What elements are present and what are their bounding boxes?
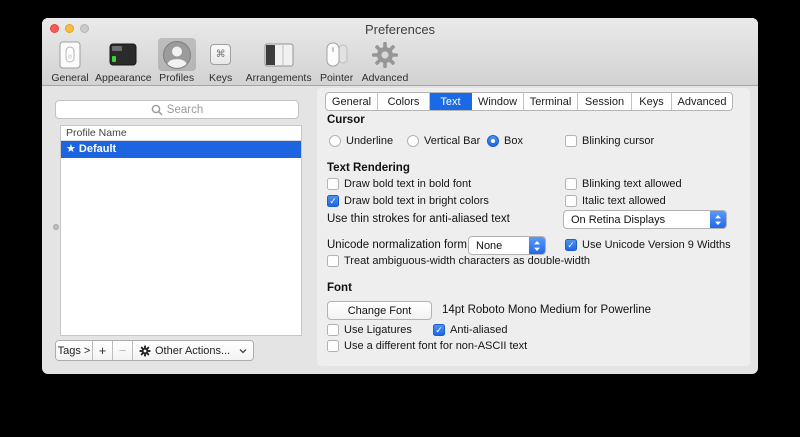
- window-title: Preferences: [42, 22, 758, 37]
- current-font-label: 14pt Roboto Mono Medium for Powerline: [442, 301, 651, 320]
- radio-icon[interactable]: [407, 135, 419, 147]
- mouse-icon: [318, 38, 356, 71]
- unicode-normalization-row: Unicode normalization form: None ✓ Use U…: [327, 236, 747, 255]
- checkbox-unicode9[interactable]: ✓ Use Unicode Version 9 Widths: [565, 239, 731, 251]
- profile-actions-bar: Tags > + −: [55, 340, 254, 361]
- checkbox-icon[interactable]: ✓: [565, 195, 577, 207]
- checkbox-checked-icon[interactable]: ✓: [433, 324, 445, 336]
- checkbox-italic-text[interactable]: ✓ Italic text allowed: [565, 195, 666, 207]
- text-rendering-row-2: ✓ Draw bold text in bright colors ✓ Ital…: [327, 195, 747, 209]
- gear-small-icon: [139, 345, 151, 357]
- radio-selected-icon[interactable]: [487, 135, 499, 147]
- tab-session[interactable]: Session: [578, 93, 632, 110]
- search-input[interactable]: Search: [55, 100, 299, 119]
- desktop: Preferences General Appearance: [0, 0, 800, 437]
- checkbox-blinking-cursor[interactable]: ✓ Blinking cursor: [565, 135, 654, 147]
- checkbox-antialiased[interactable]: ✓ Anti-aliased: [433, 324, 507, 336]
- tags-button[interactable]: Tags >: [56, 341, 93, 360]
- tab-bar: General Colors Text Window Terminal Sess…: [325, 92, 733, 111]
- add-profile-button[interactable]: +: [93, 341, 113, 360]
- other-actions-label: Other Actions...: [155, 345, 230, 357]
- person-icon: [158, 38, 196, 71]
- light-switch-icon: [51, 38, 89, 71]
- appearance-panel-icon: [104, 38, 142, 71]
- popup-stepper-icon: [529, 236, 545, 255]
- checkbox-blinking-text[interactable]: ✓ Blinking text allowed: [565, 178, 682, 190]
- profile-row-default[interactable]: ★ Default: [61, 141, 301, 158]
- toolbar-label: Pointer: [320, 72, 353, 84]
- tab-text[interactable]: Text: [430, 93, 472, 110]
- toolbar: General Appearance Profiles ⌘: [48, 38, 411, 84]
- checkbox-ligatures[interactable]: ✓ Use Ligatures: [327, 324, 412, 336]
- thin-strokes-row: Use thin strokes for anti-aliased text O…: [327, 210, 747, 229]
- profile-list-header: Profile Name: [61, 126, 301, 141]
- checkbox-bright-colors[interactable]: ✓ Draw bold text in bright colors: [327, 195, 489, 207]
- gear-icon: [366, 38, 404, 71]
- other-actions-button[interactable]: Other Actions...: [133, 341, 253, 360]
- change-font-button[interactable]: Change Font: [327, 301, 432, 320]
- radio-icon[interactable]: [329, 135, 341, 147]
- radio-vertical-bar[interactable]: Vertical Bar: [407, 135, 480, 147]
- tab-general[interactable]: General: [326, 93, 378, 110]
- thin-strokes-label: Use thin strokes for anti-aliased text: [327, 210, 510, 229]
- toolbar-item-advanced[interactable]: Advanced: [359, 38, 412, 84]
- titlebar: Preferences General Appearance: [42, 18, 758, 86]
- cursor-options-row: Underline Vertical Bar Box ✓ Blinking cu…: [327, 135, 747, 149]
- preferences-window: Preferences General Appearance: [42, 18, 758, 374]
- toolbar-item-keys[interactable]: ⌘ Keys: [199, 38, 243, 84]
- toolbar-item-arrangements[interactable]: Arrangements: [243, 38, 315, 84]
- command-key-icon: ⌘: [202, 38, 240, 71]
- checkbox-bold-font[interactable]: ✓ Draw bold text in bold font: [327, 178, 471, 190]
- toolbar-label: Advanced: [362, 72, 409, 84]
- window-panes-icon: [260, 38, 298, 71]
- text-rendering-row-1: ✓ Draw bold text in bold font ✓ Blinking…: [327, 178, 747, 192]
- thin-strokes-popup[interactable]: On Retina Displays: [563, 210, 727, 229]
- toolbar-item-appearance[interactable]: Appearance: [92, 38, 155, 84]
- tab-terminal[interactable]: Terminal: [524, 93, 578, 110]
- checkbox-non-ascii-font[interactable]: ✓ Use a different font for non-ASCII tex…: [327, 340, 527, 352]
- checkbox-icon[interactable]: ✓: [327, 340, 339, 352]
- chevron-down-icon: [239, 348, 247, 354]
- radio-underline[interactable]: Underline: [329, 135, 393, 147]
- tab-keys[interactable]: Keys: [632, 93, 672, 110]
- tab-colors[interactable]: Colors: [378, 93, 430, 110]
- checkbox-checked-icon[interactable]: ✓: [327, 195, 339, 207]
- checkbox-checked-icon[interactable]: ✓: [565, 239, 577, 251]
- toolbar-label: Appearance: [95, 72, 152, 84]
- checkbox-icon[interactable]: ✓: [327, 255, 339, 267]
- search-placeholder: Search: [167, 104, 203, 116]
- tab-window[interactable]: Window: [472, 93, 524, 110]
- font-heading: Font: [327, 282, 352, 294]
- change-font-row: Change Font 14pt Roboto Mono Medium for …: [327, 301, 747, 320]
- checkbox-icon[interactable]: ✓: [565, 178, 577, 190]
- checkbox-icon[interactable]: ✓: [327, 178, 339, 190]
- non-ascii-row: ✓ Use a different font for non-ASCII tex…: [327, 340, 747, 354]
- toolbar-label: General: [51, 72, 88, 84]
- tab-advanced[interactable]: Advanced: [672, 93, 732, 110]
- checkbox-icon[interactable]: ✓: [565, 135, 577, 147]
- search-icon: [151, 104, 163, 116]
- checkbox-icon[interactable]: ✓: [327, 324, 339, 336]
- profile-list: Profile Name ★ Default: [60, 125, 302, 336]
- unicode-normalization-popup[interactable]: None: [468, 236, 546, 255]
- toolbar-label: Profiles: [159, 72, 194, 84]
- toolbar-item-general[interactable]: General: [48, 38, 92, 84]
- remove-profile-button[interactable]: −: [113, 341, 133, 360]
- ambiguous-width-row: ✓ Treat ambiguous-width characters as do…: [327, 255, 747, 269]
- checkbox-ambiguous-width[interactable]: ✓ Treat ambiguous-width characters as do…: [327, 255, 590, 267]
- text-rendering-heading: Text Rendering: [327, 162, 410, 174]
- toolbar-label: Keys: [209, 72, 232, 84]
- unicode-normalization-label: Unicode normalization form:: [327, 236, 470, 255]
- cursor-heading: Cursor: [327, 114, 365, 126]
- toolbar-item-profiles[interactable]: Profiles: [155, 38, 199, 84]
- popup-stepper-icon: [710, 210, 726, 229]
- font-options-row: ✓ Use Ligatures ✓ Anti-aliased: [327, 324, 747, 338]
- splitter-handle-icon[interactable]: [53, 224, 59, 230]
- radio-box[interactable]: Box: [487, 135, 523, 147]
- toolbar-item-pointer[interactable]: Pointer: [315, 38, 359, 84]
- toolbar-label: Arrangements: [246, 72, 312, 84]
